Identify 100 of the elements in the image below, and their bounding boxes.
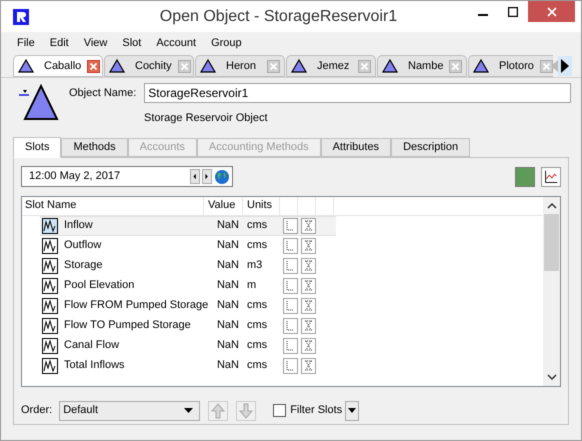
dotted-l-icon[interactable] <box>283 278 298 294</box>
menu-item[interactable]: Edit <box>44 34 75 52</box>
close-icon <box>546 6 556 16</box>
menu-item[interactable]: Account <box>150 34 202 52</box>
column-header[interactable]: Units <box>243 196 280 214</box>
column-header[interactable]: Value <box>204 196 243 214</box>
object-tab[interactable]: Cochity <box>104 55 194 77</box>
object-tab[interactable]: Nambe <box>377 55 467 77</box>
column-header[interactable]: Slot Name <box>22 196 204 214</box>
slot-units: m3 <box>246 258 264 274</box>
triangle-icon <box>291 59 307 73</box>
filter-checkbox[interactable] <box>273 404 286 417</box>
dotted-x-icon[interactable] <box>301 298 316 314</box>
order-dropdown[interactable]: Default <box>59 400 200 420</box>
filter-label: Filter Slots <box>290 403 342 418</box>
slot-value: NaN <box>216 318 240 334</box>
slot-value: NaN <box>216 338 240 354</box>
slot-units: cms <box>246 218 268 234</box>
slot-row[interactable]: Flow TO Pumped Storage NaN cms <box>40 316 336 336</box>
slot-row[interactable]: Outflow NaN cms <box>40 236 336 256</box>
slot-value: NaN <box>216 278 240 294</box>
slot-units: m <box>246 278 258 294</box>
close-button[interactable] <box>528 1 575 22</box>
dotted-l-icon[interactable] <box>283 218 298 234</box>
slot-name: Total Inflows <box>64 358 125 374</box>
scroll-right-icon[interactable] <box>558 56 572 76</box>
color-swatch[interactable] <box>515 166 535 186</box>
slot-row[interactable]: Inflow NaN cms <box>40 216 336 236</box>
slot-units: cms <box>246 338 268 354</box>
globe-icon[interactable] <box>214 168 230 184</box>
object-tab[interactable]: Plotoro <box>468 55 553 77</box>
panel-tab[interactable]: Attributes <box>320 138 392 156</box>
tab-label: Jemez <box>316 58 350 74</box>
dotted-x-icon[interactable] <box>301 238 316 254</box>
slot-units: cms <box>246 318 268 334</box>
dotted-l-icon[interactable] <box>283 338 298 354</box>
object-tab[interactable]: Caballo <box>13 55 103 77</box>
dropdown-caret-icon <box>184 408 194 413</box>
dotted-l-icon[interactable] <box>283 358 298 374</box>
series-slot-icon <box>42 258 58 274</box>
dotted-x-icon[interactable] <box>301 258 316 274</box>
dotted-l-icon[interactable] <box>283 238 298 254</box>
triangle-icon <box>473 59 489 73</box>
slot-row[interactable]: Canal Flow NaN cms <box>40 336 336 356</box>
dotted-x-icon[interactable] <box>301 318 316 334</box>
slot-value: NaN <box>216 218 240 234</box>
slot-name: Canal Flow <box>64 338 120 354</box>
dotted-x-icon[interactable] <box>301 338 316 354</box>
filter-menu-button[interactable] <box>345 400 360 420</box>
panel-tab[interactable]: Slots <box>13 136 62 158</box>
tab-label: Cochity <box>134 58 172 74</box>
reservoir-icon <box>19 83 59 121</box>
down-arrow-icon <box>239 402 254 418</box>
object-type-text: Storage Reservoir Object <box>144 111 268 126</box>
menu-item[interactable]: View <box>78 34 114 52</box>
panel-tab[interactable]: Methods <box>61 138 128 156</box>
previous-step-icon[interactable] <box>190 169 200 184</box>
date-field[interactable]: 12:00 May 2, 2017 <box>21 166 233 187</box>
dotted-x-icon[interactable] <box>301 218 316 234</box>
menu-item[interactable]: Group <box>205 34 248 52</box>
triangle-icon <box>109 59 125 73</box>
slot-value: NaN <box>216 238 240 254</box>
series-slot-icon <box>42 278 58 294</box>
menu-item[interactable]: File <box>11 34 41 52</box>
next-step-icon[interactable] <box>202 169 212 184</box>
slot-row[interactable]: Pool Elevation NaN m <box>40 276 336 296</box>
slot-row[interactable]: Storage NaN m3 <box>40 256 336 276</box>
app-logo-icon <box>13 8 29 24</box>
scrollbar-thumb[interactable] <box>544 214 559 270</box>
minimize-icon <box>478 14 488 16</box>
vertical-scrollbar[interactable] <box>543 196 560 386</box>
slot-units: cms <box>246 358 268 374</box>
dotted-l-icon[interactable] <box>283 298 298 314</box>
plot-icon[interactable] <box>541 166 561 186</box>
series-slot-icon <box>42 318 58 334</box>
up-arrow-icon <box>211 402 226 418</box>
dotted-l-icon[interactable] <box>283 258 298 274</box>
slot-units: cms <box>246 298 268 314</box>
close-tab-icon[interactable] <box>87 60 100 72</box>
slot-units: cms <box>246 238 268 254</box>
dropdown-caret-icon <box>348 408 356 413</box>
series-slot-icon <box>42 298 58 314</box>
series-slot-icon <box>42 218 58 234</box>
slot-name: Inflow <box>64 218 93 234</box>
triangle-icon <box>382 59 398 73</box>
slot-value: NaN <box>216 358 240 374</box>
menu-item[interactable]: Slot <box>116 34 148 52</box>
panel-tab[interactable]: Description <box>391 138 470 156</box>
dotted-x-icon[interactable] <box>301 278 316 294</box>
dotted-x-icon[interactable] <box>301 358 316 374</box>
tab-label: Caballo <box>43 58 82 74</box>
window-title: Open Object - StorageReservoir1 <box>158 6 398 26</box>
dotted-l-icon[interactable] <box>283 318 298 334</box>
object-tab[interactable]: Jemez <box>286 55 376 77</box>
slot-row[interactable]: Flow FROM Pumped Storage NaN cms <box>40 296 336 316</box>
object-name-field[interactable]: StorageReservoir1 <box>144 83 571 103</box>
triangle-icon <box>200 59 216 73</box>
slot-row[interactable]: Total Inflows NaN cms <box>40 356 336 376</box>
tab-label: Plotoro <box>498 58 534 74</box>
object-tab[interactable]: Heron <box>195 55 285 77</box>
